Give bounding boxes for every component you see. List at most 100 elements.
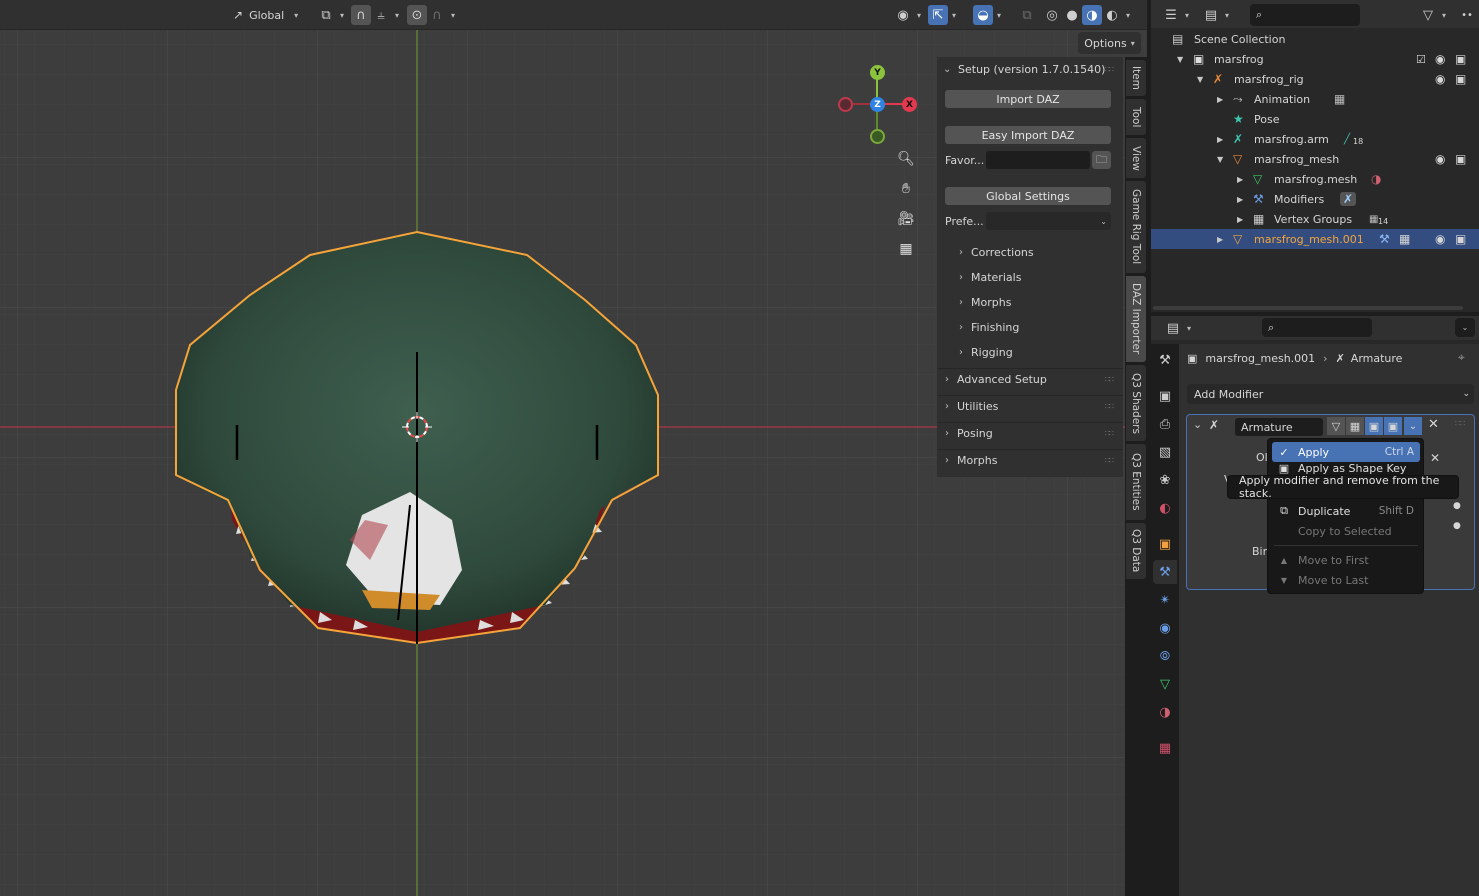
- drag-grip-icon[interactable]: ∷∷: [1105, 402, 1114, 411]
- checkbox-icon[interactable]: ☑: [1416, 53, 1426, 66]
- gizmo-neg-x-axis[interactable]: [838, 97, 853, 112]
- menu-item-copy-to-selected[interactable]: Copy to Selected: [1272, 521, 1420, 541]
- add-modifier-dropdown[interactable]: Add Modifier ⌄: [1187, 384, 1474, 404]
- material-preview-shading-icon[interactable]: ◑: [1082, 5, 1102, 25]
- tab-item[interactable]: Item: [1126, 60, 1146, 96]
- camera-icon[interactable]: ▣: [1455, 52, 1466, 66]
- close-icon[interactable]: ✕: [1428, 417, 1439, 432]
- object-tab-icon[interactable]: ▣: [1153, 532, 1177, 556]
- outliner-row-marsfrog-mesh[interactable]: ▼ ▽ marsfrog_mesh ◉ ▣: [1151, 149, 1479, 169]
- pivot-point-dropdown[interactable]: ⧉ ▾: [316, 4, 346, 26]
- gizmo-x-axis[interactable]: X: [902, 97, 917, 112]
- outliner-row-pose[interactable]: ★ Pose: [1151, 109, 1479, 129]
- expand-right-icon[interactable]: ▶: [1217, 235, 1223, 244]
- tab-q3-shaders[interactable]: Q3 Shaders: [1126, 365, 1146, 441]
- posing-panel[interactable]: › Posing ∷∷: [937, 422, 1123, 444]
- expand-right-icon[interactable]: ▶: [1237, 215, 1243, 224]
- favorites-path-field[interactable]: [986, 151, 1090, 169]
- 3d-viewport[interactable]: Y Z X 🔍︎ ✋︎ 🎥︎ ▦ ↗ Global ▾ ⧉ ▾ ∩ ⫨ ▾ ⊙ ∩ ▾…: [0, 0, 1147, 896]
- tab-game-rig-tool[interactable]: Game Rig Tool: [1126, 181, 1146, 273]
- outliner-row-marsfrog-arm[interactable]: ▶ ✗ marsfrog.arm ╱ 18: [1151, 129, 1479, 149]
- render-tab-icon[interactable]: ▣: [1153, 384, 1177, 408]
- drag-grip-icon[interactable]: ∷∷: [1105, 375, 1114, 384]
- zoom-icon[interactable]: 🔍︎: [893, 146, 919, 172]
- on-cage-toggle-icon[interactable]: ▦: [1346, 417, 1364, 435]
- properties-options-dropdown[interactable]: ⌄: [1455, 318, 1475, 337]
- particles-tab-icon[interactable]: ✴: [1153, 588, 1177, 612]
- view-layer-tab-icon[interactable]: ▧: [1153, 440, 1177, 464]
- preferences-dropdown[interactable]: ⌄: [986, 212, 1111, 230]
- overlay-toggle[interactable]: ◒ ▾: [973, 4, 1011, 26]
- menu-item-move-to-first[interactable]: ▲ Move to First: [1272, 550, 1420, 570]
- scene-tab-icon[interactable]: ❀: [1153, 468, 1177, 492]
- mesh-data-tab-icon[interactable]: ▽: [1153, 672, 1177, 696]
- finishing-subpanel[interactable]: › Finishing: [937, 317, 1123, 337]
- drag-grip-icon[interactable]: ∷∷: [1105, 429, 1114, 438]
- pin-icon[interactable]: ⌖: [1458, 350, 1465, 365]
- outliner-row-marsfrog-rig[interactable]: ▼ ✗ marsfrog_rig ◉ ▣: [1151, 69, 1479, 89]
- menu-item-duplicate[interactable]: ⧉ Duplicate Shift D: [1272, 501, 1420, 521]
- world-tab-icon[interactable]: ◐: [1153, 496, 1177, 520]
- render-toggle-icon[interactable]: ▣: [1384, 417, 1402, 435]
- drag-grip-icon[interactable]: ∷∷: [1105, 65, 1114, 74]
- expand-down-icon[interactable]: ▼: [1177, 55, 1183, 64]
- xray-toggle[interactable]: ⧉: [1017, 4, 1039, 26]
- outliner-row-animation[interactable]: ▶ ⤳ Animation ▦: [1151, 89, 1479, 109]
- snap-toggle[interactable]: ∩ ⫨ ▾: [351, 4, 401, 26]
- outliner-search-input[interactable]: ⌕: [1250, 4, 1360, 26]
- morphs-panel[interactable]: › Morphs ∷∷: [937, 449, 1123, 471]
- advanced-setup-panel[interactable]: › Advanced Setup ∷∷: [937, 368, 1123, 390]
- shading-mode-group[interactable]: ◎ ● ◑ ◐ ▾: [1042, 4, 1140, 26]
- tab-daz-importer[interactable]: DAZ Importer: [1126, 276, 1146, 362]
- material-tab-icon[interactable]: ◑: [1153, 700, 1177, 724]
- materials-subpanel[interactable]: › Materials: [937, 267, 1123, 287]
- texture-tab-icon[interactable]: ▦: [1153, 736, 1177, 760]
- drag-grip-icon[interactable]: ∷∷: [1105, 456, 1114, 465]
- expand-down-icon[interactable]: ▼: [1197, 75, 1203, 84]
- properties-search-input[interactable]: ⌕: [1262, 318, 1372, 337]
- expand-right-icon[interactable]: ▶: [1217, 95, 1223, 104]
- options-dropdown[interactable]: Options ▾: [1078, 32, 1141, 54]
- filter-dropdown[interactable]: ▽ ▾: [1418, 4, 1452, 26]
- gizmo-toggle[interactable]: ⇱ ▾: [928, 4, 966, 26]
- setup-panel-header[interactable]: ⌄ Setup (version 1.7.0.1540) ∷∷: [937, 59, 1123, 79]
- tab-view[interactable]: View: [1126, 138, 1146, 178]
- proportional-edit-toggle[interactable]: ⊙ ∩ ▾: [407, 4, 459, 26]
- collapse-chevron-icon[interactable]: ⌄: [1193, 418, 1202, 431]
- outliner-row-scene-collection[interactable]: ▤ Scene Collection: [1151, 29, 1479, 49]
- camera-icon[interactable]: ▣: [1455, 152, 1466, 166]
- output-tab-icon[interactable]: ⎙: [1153, 412, 1177, 436]
- expand-right-icon[interactable]: ▶: [1217, 135, 1223, 144]
- tool-tab-icon[interactable]: ⚒: [1153, 348, 1177, 372]
- modifier-menu-chevron-icon[interactable]: ⌄: [1404, 417, 1422, 435]
- eye-icon[interactable]: ◉: [1435, 152, 1445, 166]
- editor-type-dropdown[interactable]: ☰ ▾: [1161, 4, 1195, 26]
- tab-q3-entities[interactable]: Q3 Entities: [1126, 444, 1146, 520]
- new-collection-button[interactable]: ••: [1457, 4, 1477, 26]
- outliner-scrollbar[interactable]: [1153, 306, 1463, 310]
- physics-tab-icon[interactable]: ◉: [1153, 616, 1177, 640]
- ortho-grid-icon[interactable]: ▦: [893, 236, 919, 262]
- visibility-dropdown[interactable]: ◉ ▾: [893, 4, 923, 26]
- outliner-row-vertex-groups[interactable]: ▶ ▦ Vertex Groups ▦ 14: [1151, 209, 1479, 229]
- close-icon[interactable]: ✕: [1424, 448, 1446, 468]
- eye-icon[interactable]: ◉: [1435, 52, 1445, 66]
- morphs-subpanel[interactable]: › Morphs: [937, 292, 1123, 312]
- expand-down-icon[interactable]: ▼: [1217, 155, 1223, 164]
- outliner-row-marsfrog-mesh-001[interactable]: ▶ ▽ marsfrog_mesh.001 ⚒ ▦ ◉ ▣: [1151, 229, 1479, 249]
- outliner-row-marsfrog[interactable]: ▼ ▣ marsfrog ☑ ◉ ▣: [1151, 49, 1479, 69]
- global-settings-button[interactable]: Global Settings: [945, 187, 1111, 205]
- tab-q3-data[interactable]: Q3 Data: [1126, 523, 1146, 579]
- outliner-row-modifiers[interactable]: ▶ ⚒ Modifiers ✗: [1151, 189, 1479, 209]
- rigging-subpanel[interactable]: › Rigging: [937, 342, 1123, 362]
- easy-import-daz-button[interactable]: Easy Import DAZ: [945, 126, 1111, 144]
- editor-type-dropdown[interactable]: ▤ ▾: [1163, 317, 1197, 339]
- menu-item-apply[interactable]: ✓ Apply Ctrl A: [1272, 442, 1420, 462]
- modifier-tab-icon[interactable]: ⚒: [1153, 560, 1177, 584]
- expand-right-icon[interactable]: ▶: [1237, 195, 1243, 204]
- modifier-name-field[interactable]: Armature: [1235, 418, 1323, 436]
- folder-browse-button[interactable]: 🗀︎: [1092, 151, 1111, 169]
- corrections-subpanel[interactable]: › Corrections: [937, 242, 1123, 262]
- pan-hand-icon[interactable]: ✋︎: [893, 176, 919, 202]
- drag-grip-icon[interactable]: ∷∷: [1455, 419, 1465, 428]
